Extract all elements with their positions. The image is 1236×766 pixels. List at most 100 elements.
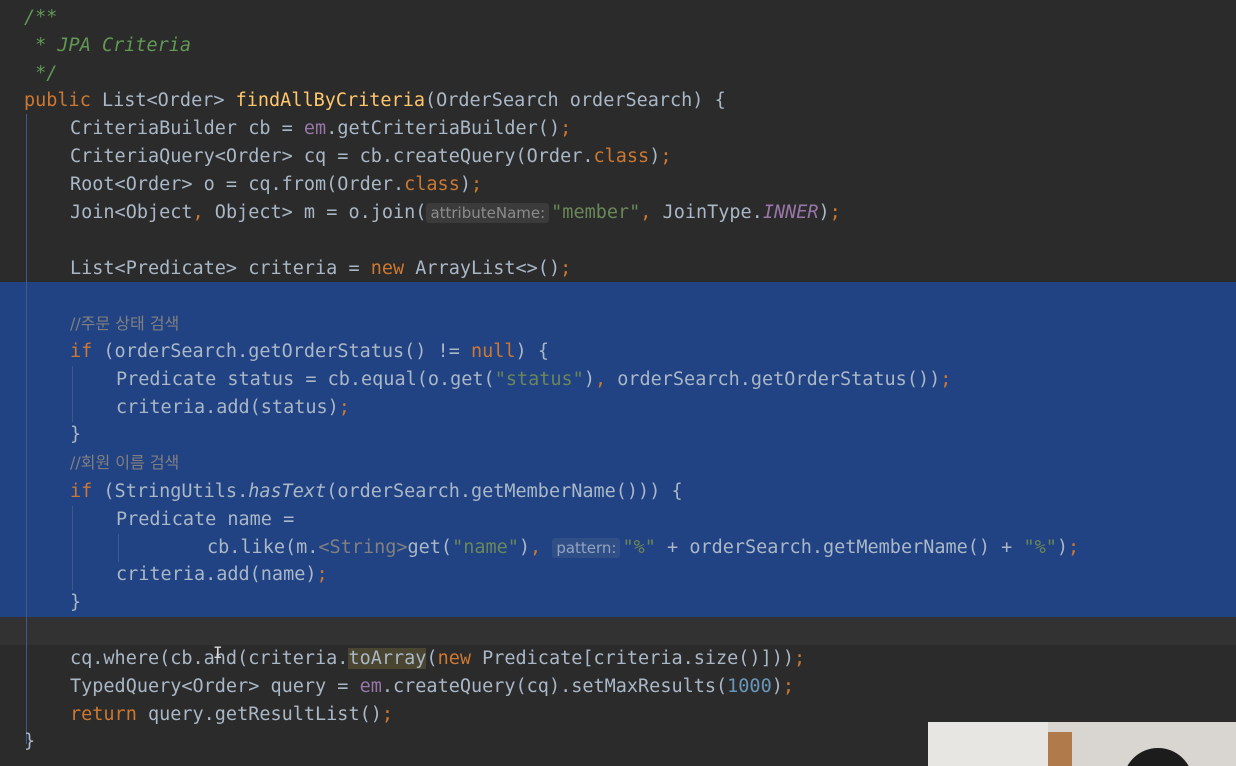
method-name: findAllByCriteria [235, 90, 425, 111]
code-text: CriteriaBuilder cb = [70, 118, 304, 139]
keyword: if [70, 481, 93, 502]
code-text: List<Order> [90, 90, 236, 111]
code-text: ( [426, 648, 438, 669]
code-text: TypedQuery<Order> query = [70, 676, 360, 697]
indent-guide [72, 506, 73, 590]
code-line-6[interactable]: CriteriaQuery<Order> cq = cb.createQuery… [70, 143, 671, 171]
string-literal: "%" [622, 537, 656, 558]
doc-comment: /** [24, 7, 58, 28]
code-text: ) [818, 202, 830, 223]
code-text: (orderSearch.getOrderStatus() != [92, 341, 471, 362]
code-line-1[interactable]: /** [24, 4, 57, 32]
code-line-25[interactable]: TypedQuery<Order> query = em.createQuery… [70, 673, 794, 701]
code-text: ) { [515, 341, 549, 362]
code-text: ) [771, 676, 783, 697]
doc-comment: * JPA Criteria [24, 35, 192, 56]
code-line-4[interactable]: public List<Order> findAllByCriteria(Ord… [24, 87, 726, 115]
code-text: ) [1056, 537, 1069, 558]
code-line-15[interactable]: criteria.add(status); [116, 394, 350, 422]
string-literal: "%" [1023, 537, 1057, 558]
closing-brace: } [70, 424, 82, 445]
code-line-26[interactable]: return query.getResultList(); [70, 701, 393, 729]
keyword: class [593, 146, 650, 167]
code-text: (OrderSearch orderSearch) { [424, 90, 726, 111]
closing-brace: } [24, 731, 36, 752]
webcam-overlay [928, 722, 1236, 766]
semicolon: ; [660, 146, 672, 167]
code-text: Join<Object [70, 202, 193, 223]
code-line-5[interactable]: CriteriaBuilder cb = em.getCriteriaBuild… [70, 115, 571, 143]
comma: , [640, 202, 652, 223]
keyword: return [70, 704, 137, 725]
webcam-person [1123, 748, 1193, 766]
code-line-21[interactable]: criteria.add(name); [116, 561, 328, 589]
keyword: class [404, 174, 460, 195]
semicolon: ; [470, 174, 483, 195]
string-literal: "status" [494, 369, 584, 390]
code-line-18[interactable]: if (StringUtils.hasText(orderSearch.getM… [70, 478, 683, 506]
code-line-22[interactable]: } [70, 589, 81, 617]
code-text: cq.where(cb.and(criteria. [70, 648, 349, 669]
doc-comment: */ [24, 63, 58, 84]
code-line-2[interactable]: * JPA Criteria [24, 32, 191, 60]
code-line-7[interactable]: Root<Order> o = cq.from(Order.class); [70, 171, 482, 199]
code-line-10[interactable]: List<Predicate> criteria = new ArrayList… [70, 255, 571, 283]
semicolon: ; [782, 676, 794, 697]
field-ref: em [359, 676, 382, 697]
line-comment: //주문 상태 검색 [70, 314, 180, 333]
parameter-hint: pattern: [552, 538, 621, 558]
code-text: get( [407, 537, 453, 558]
code-line-17[interactable]: //회원 이름 검색 [70, 449, 179, 477]
semicolon: ; [560, 118, 572, 139]
code-line-19[interactable]: Predicate name = [116, 506, 294, 534]
code-text: query.getResultList() [136, 704, 382, 725]
webcam-background [928, 722, 1048, 766]
code-line-3[interactable]: */ [24, 60, 57, 88]
code-text: (orderSearch.getMemberName())) { [326, 481, 683, 502]
indent-guide [26, 114, 27, 744]
code-line-20[interactable]: cb.like(m.<String>get("name"), pattern: "… [207, 534, 1079, 562]
code-line-27[interactable]: } [24, 728, 35, 756]
semicolon: ; [338, 397, 350, 418]
comma: , [530, 537, 542, 558]
number-literal: 1000 [727, 676, 772, 697]
semicolon: ; [1068, 537, 1080, 558]
highlighted-usage: toArray [348, 648, 427, 669]
semicolon: ; [560, 258, 572, 279]
code-text: ) [583, 369, 595, 390]
code-text: Predicate status = cb.equal(o.get( [116, 369, 495, 390]
indent-guide [118, 534, 119, 562]
static-method: hasText [248, 481, 327, 502]
keyword: if [70, 341, 93, 362]
parameter-hint: attributeName: [426, 203, 550, 223]
code-text: criteria.add(status) [116, 397, 339, 418]
current-line-highlight [0, 617, 1236, 645]
semicolon: ; [316, 564, 328, 585]
code-line-14[interactable]: Predicate status = cb.equal(o.get("statu… [116, 366, 951, 394]
code-text: List<Predicate> criteria = [70, 258, 371, 279]
code-editor[interactable]: /** * JPA Criteria */ public List<Order>… [0, 0, 1236, 766]
code-text: JoinType. [651, 202, 763, 223]
code-text: .createQuery(cq).setMaxResults( [381, 676, 728, 697]
field-ref: em [303, 118, 327, 139]
code-text: Object> m = o.join( [203, 202, 427, 223]
comma: , [594, 369, 607, 390]
code-text: orderSearch.getOrderStatus()) [606, 369, 941, 390]
text-cursor-icon: I [213, 643, 223, 662]
code-text: .getCriteriaBuilder() [326, 118, 561, 139]
semicolon: ; [381, 704, 394, 725]
code-text: (StringUtils. [92, 481, 249, 502]
line-comment: //회원 이름 검색 [70, 453, 180, 472]
webcam-shelf [1048, 732, 1072, 766]
code-line-8[interactable]: Join<Object, Object> m = o.join(attribut… [70, 199, 841, 227]
keyword: new [437, 648, 471, 669]
code-line-13[interactable]: if (orderSearch.getOrderStatus() != null… [70, 338, 549, 366]
code-line-16[interactable]: } [70, 421, 81, 449]
code-text: ) [649, 146, 661, 167]
enum-constant: INNER [762, 202, 819, 223]
semicolon: ; [829, 202, 841, 223]
comma: , [192, 202, 204, 223]
code-text: ) [459, 174, 471, 195]
code-line-12[interactable]: //주문 상태 검색 [70, 310, 179, 338]
code-line-24[interactable]: cq.where(cb.and(criteria.toArray(new Pre… [70, 645, 805, 673]
